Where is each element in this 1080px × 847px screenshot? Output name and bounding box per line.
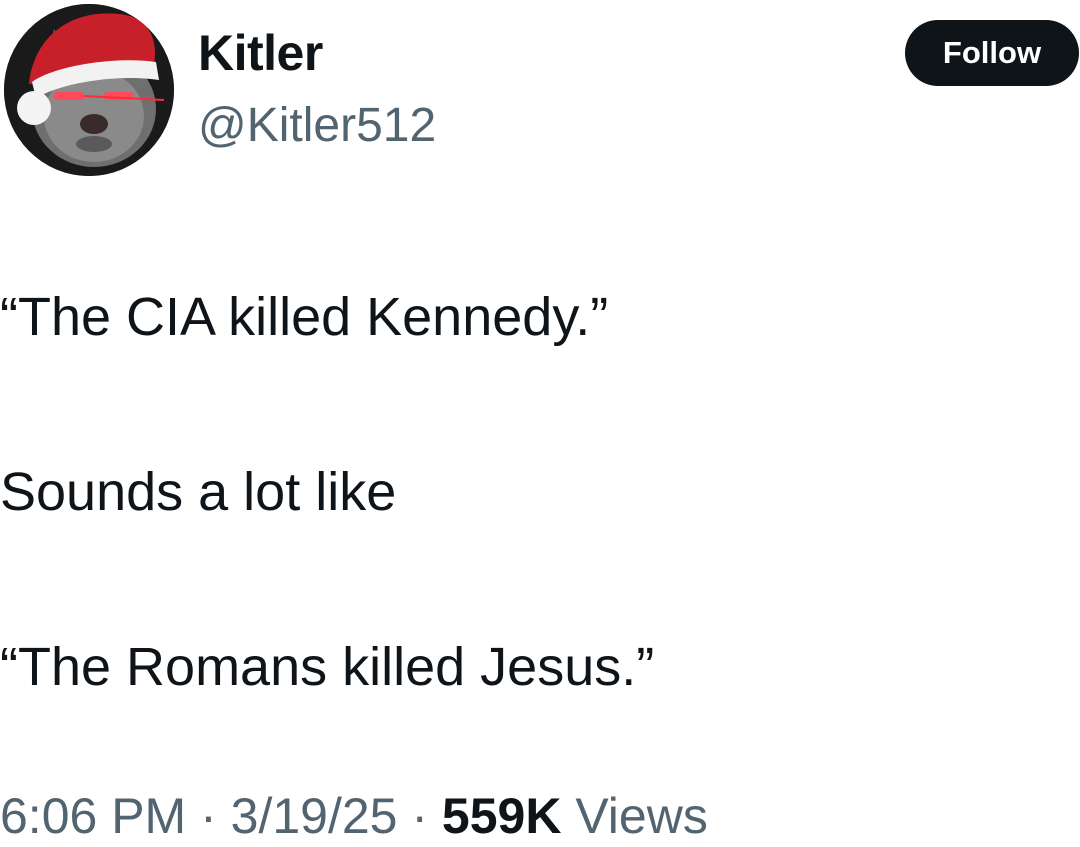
tweet-text-line: “The CIA killed Kennedy.”	[0, 287, 609, 347]
views-count[interactable]: 559K	[442, 788, 562, 844]
tweet-meta: 6:06 PM · 3/19/25 · 559K Views	[0, 788, 708, 846]
tweet-text-line: Sounds a lot like	[0, 462, 397, 522]
meta-separator: ·	[397, 788, 442, 844]
author-display-name[interactable]: Kitler	[198, 26, 323, 81]
follow-button[interactable]: Follow	[905, 20, 1079, 86]
author-handle[interactable]: @Kitler512	[198, 98, 436, 153]
views-label: Views	[575, 788, 708, 844]
cat-santa-hat-avatar-icon	[4, 4, 174, 176]
meta-separator: ·	[186, 788, 231, 844]
tweet-time[interactable]: 6:06 PM	[0, 788, 186, 844]
tweet-date[interactable]: 3/19/25	[231, 788, 398, 844]
tweet-text-line: “The Romans killed Jesus.”	[0, 637, 655, 697]
avatar[interactable]	[4, 4, 174, 176]
